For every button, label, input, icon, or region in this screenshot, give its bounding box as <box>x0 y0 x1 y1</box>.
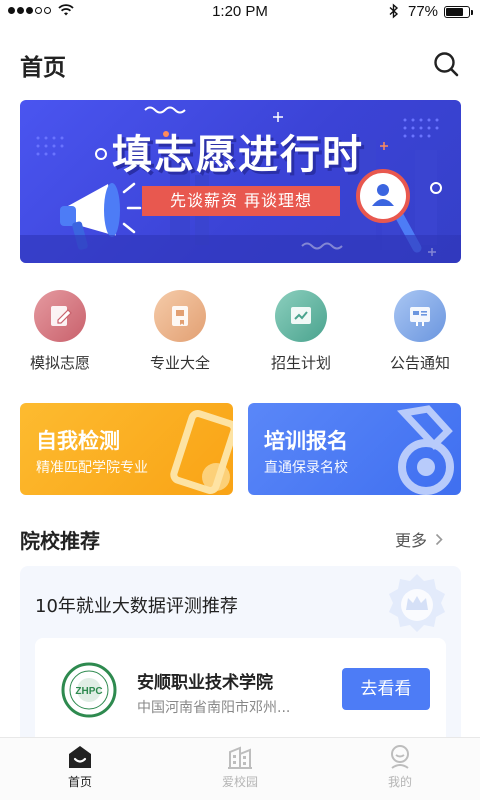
banner-subtitle: 先谈薪资 再谈理想 <box>142 186 340 216</box>
chevron-right-icon <box>435 533 443 545</box>
campus-icon <box>228 746 252 769</box>
promo-banner[interactable]: 填志愿进行时 先谈薪资 再谈理想 <box>20 100 461 263</box>
quick-entry-label: 模拟志愿 <box>29 354 90 372</box>
banner-title: 填志愿进行时 <box>112 132 364 178</box>
training-signup-card[interactable]: 培训报名 直通保录名校 <box>248 403 461 495</box>
school-logo-text: ZHPC <box>75 686 102 697</box>
school-location: 中国河南省南阳市邓州... <box>137 700 291 716</box>
more-link[interactable]: 更多 <box>395 527 443 551</box>
card-subtitle: 精准匹配学院专业 <box>36 460 148 476</box>
book-icon <box>154 290 206 342</box>
quick-entry-majors[interactable]: 专业大全 <box>130 290 230 373</box>
quick-entry-label: 招生计划 <box>270 354 331 372</box>
card-title: 培训报名 <box>264 429 348 453</box>
quick-entry-notices[interactable]: 公告通知 <box>370 290 470 373</box>
school-logo: ZHPC <box>61 662 117 718</box>
view-school-button[interactable]: 去看看 <box>342 668 430 710</box>
crown-badge-icon <box>389 574 445 632</box>
section-title-recommend: 院校推荐 <box>20 529 100 553</box>
self-assessment-card[interactable]: 自我检测 精准匹配学院专业 <box>20 403 233 495</box>
chart-icon <box>275 290 327 342</box>
bottom-tab-bar: 首页 爱校园 我的 <box>0 737 480 800</box>
phone-illustration-icon <box>170 409 233 495</box>
school-name: 安顺职业技术学院 <box>137 673 273 693</box>
quick-entry-admission-plan[interactable]: 招生计划 <box>251 290 351 373</box>
pencil-note-icon <box>34 290 86 342</box>
notice-icon <box>394 290 446 342</box>
card-subtitle: 直通保录名校 <box>264 460 348 476</box>
battery-icon <box>444 6 473 18</box>
tab-campus[interactable]: 爱校园 <box>190 744 290 790</box>
search-icon[interactable] <box>432 50 460 78</box>
more-label: 更多 <box>395 531 428 550</box>
quick-entry-mock-application[interactable]: 模拟志愿 <box>10 290 110 373</box>
quick-entry-label: 专业大全 <box>149 354 210 372</box>
quick-entry-grid: 模拟志愿 专业大全 招生计划 公告通知 <box>0 290 480 380</box>
medal-illustration-icon <box>396 405 454 495</box>
bluetooth-icon <box>389 3 399 19</box>
status-bar: 1:20 PM 77% <box>0 0 480 24</box>
recommend-panel-title: 10年就业大数据评测推荐 <box>35 596 238 617</box>
tab-label: 爱校园 <box>221 775 258 789</box>
tab-label: 首页 <box>67 775 92 789</box>
battery-percentage: 77% <box>408 3 439 20</box>
profile-icon <box>391 745 409 769</box>
tab-home[interactable]: 首页 <box>30 744 130 790</box>
tab-profile[interactable]: 我的 <box>350 744 450 790</box>
banner-ground <box>20 235 461 263</box>
quick-entry-label: 公告通知 <box>389 354 450 372</box>
home-icon <box>69 746 91 768</box>
page-title: 首页 <box>20 55 66 81</box>
card-title: 自我检测 <box>36 429 120 453</box>
tab-label: 我的 <box>387 775 412 789</box>
